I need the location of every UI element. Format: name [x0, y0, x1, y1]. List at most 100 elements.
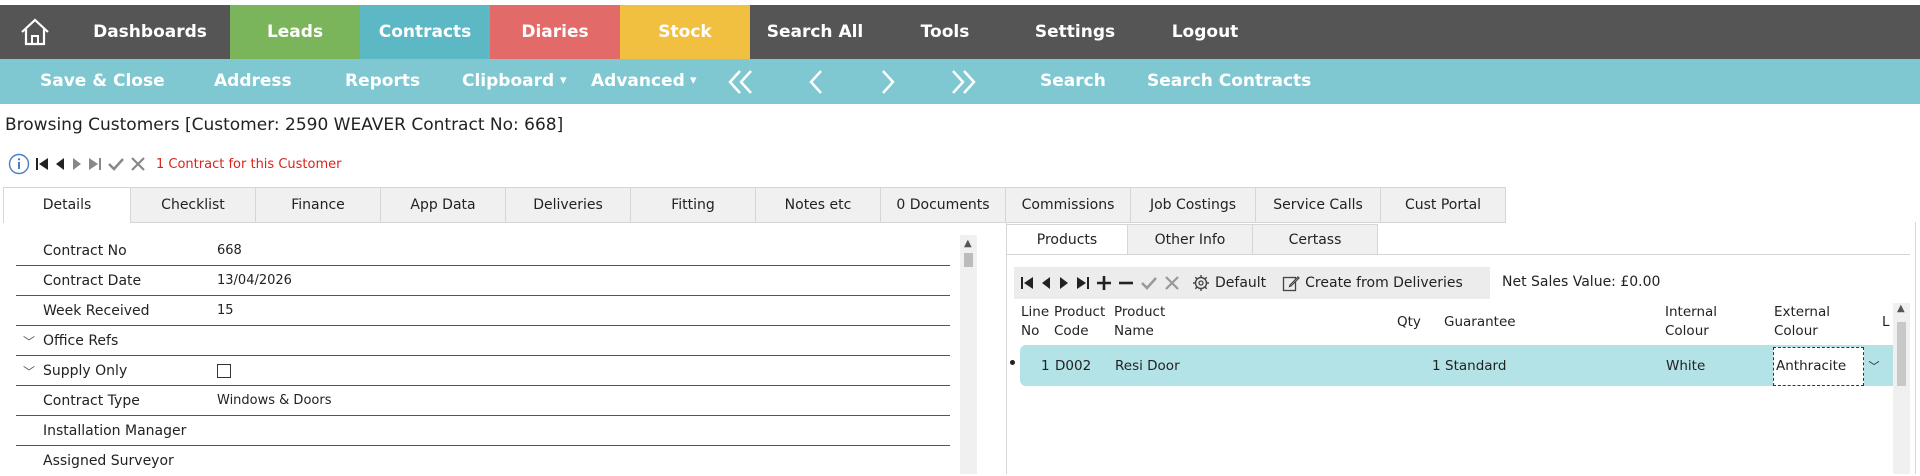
next-record-icon[interactable] — [876, 67, 900, 97]
cell-qty[interactable]: 1 — [1432, 358, 1441, 374]
tab-certass[interactable]: Certass — [1253, 224, 1378, 255]
tab-details[interactable]: Details — [3, 187, 131, 223]
header-product-code[interactable]: Product Code — [1054, 303, 1105, 341]
remove-icon[interactable] — [1118, 275, 1134, 291]
header-qty[interactable]: Qty — [1397, 313, 1421, 332]
header-internal-colour-l2: Colour — [1665, 323, 1709, 339]
cell-internal-colour[interactable]: White — [1666, 358, 1705, 374]
clipboard-button[interactable]: Clipboard — [462, 59, 554, 104]
contract-count-message: 1 Contract for this Customer — [156, 156, 342, 172]
cell-line-no[interactable]: 1 — [1041, 358, 1050, 374]
tab-app-data[interactable]: App Data — [381, 187, 506, 223]
assigned-surveyor-field[interactable] — [217, 453, 917, 469]
nav-logout[interactable]: Logout — [1140, 5, 1270, 59]
last-record-icon[interactable] — [948, 67, 980, 97]
tab-deliveries[interactable]: Deliveries — [506, 187, 631, 223]
header-product-code-l1: Product — [1054, 304, 1106, 320]
tab-service-calls[interactable]: Service Calls — [1256, 187, 1381, 223]
nav-settings[interactable]: Settings — [1010, 5, 1140, 59]
first-record-icon[interactable] — [1020, 275, 1034, 291]
contract-type-field[interactable]: Windows & Doors — [217, 393, 331, 408]
last-record-icon[interactable] — [1076, 275, 1090, 291]
next-record-icon[interactable] — [1058, 275, 1070, 291]
contract-date-row: Contract Date 13/04/2026 — [16, 266, 950, 296]
tab-other-info[interactable]: Other Info — [1128, 224, 1253, 255]
cell-product-code[interactable]: D002 — [1055, 358, 1091, 374]
header-more[interactable]: L — [1882, 313, 1892, 332]
week-received-label: Week Received — [43, 303, 150, 319]
create-from-deliveries-button[interactable]: Create from Deliveries — [1282, 274, 1463, 292]
nav-dashboards[interactable]: Dashboards — [70, 5, 230, 59]
previous-record-icon[interactable] — [54, 152, 66, 176]
contract-toolbar: Save & Close Address Reports Clipboard ▾… — [0, 59, 1920, 104]
header-external-colour[interactable]: External Colour — [1774, 303, 1830, 341]
header-internal-colour[interactable]: Internal Colour — [1665, 303, 1717, 341]
advanced-button[interactable]: Advanced — [591, 59, 685, 104]
week-received-field[interactable]: 15 — [217, 303, 234, 318]
last-record-icon[interactable] — [88, 152, 102, 176]
search-contracts-button[interactable]: Search Contracts — [1147, 59, 1311, 104]
nav-diaries[interactable]: Diaries — [490, 5, 620, 59]
tab-cust-portal[interactable]: Cust Portal — [1381, 187, 1506, 223]
installation-manager-field[interactable] — [217, 423, 917, 439]
cell-product-name[interactable]: Resi Door — [1115, 358, 1180, 374]
tab-notes[interactable]: Notes etc — [756, 187, 881, 223]
nav-stock[interactable]: Stock — [620, 5, 750, 59]
tab-checklist[interactable]: Checklist — [131, 187, 256, 223]
clipboard-dropdown-icon[interactable]: ▾ — [560, 59, 567, 104]
office-refs-label: Office Refs — [43, 333, 119, 349]
previous-record-icon[interactable] — [1040, 275, 1052, 291]
next-record-icon[interactable] — [71, 152, 83, 176]
chevron-down-icon[interactable]: ﹀ — [23, 363, 35, 380]
header-external-colour-l1: External — [1774, 304, 1831, 320]
header-line-no-l2: No — [1021, 323, 1040, 339]
close-icon[interactable] — [1164, 275, 1180, 291]
header-guarantee[interactable]: Guarantee — [1444, 313, 1516, 332]
tab-fitting[interactable]: Fitting — [631, 187, 756, 223]
scroll-up-icon[interactable]: ▲ — [964, 238, 972, 249]
previous-record-icon[interactable] — [804, 67, 828, 97]
close-icon[interactable] — [130, 152, 146, 176]
default-button[interactable]: Default — [1192, 274, 1266, 292]
contract-no-field[interactable]: 668 — [217, 243, 242, 258]
first-record-icon[interactable] — [724, 67, 756, 97]
check-icon[interactable] — [107, 152, 125, 176]
home-icon[interactable] — [0, 5, 70, 59]
address-button[interactable]: Address — [214, 59, 292, 104]
chevron-down-icon[interactable]: ﹀ — [1865, 347, 1883, 386]
tab-commissions[interactable]: Commissions — [1006, 187, 1131, 223]
header-product-name[interactable]: Product Name — [1114, 303, 1165, 341]
header-line-no[interactable]: Line No — [1021, 303, 1049, 341]
supply-only-row[interactable]: ﹀ Supply Only — [16, 356, 950, 386]
nav-search-all[interactable]: Search All — [750, 5, 880, 59]
save-close-button[interactable]: Save & Close — [40, 59, 165, 104]
nav-tools[interactable]: Tools — [880, 5, 1010, 59]
products-scrollbar[interactable]: ▲ — [1893, 303, 1910, 474]
scrollbar-thumb[interactable] — [964, 253, 973, 267]
chevron-down-icon[interactable]: ﹀ — [23, 333, 35, 350]
supply-only-checkbox[interactable] — [217, 364, 231, 378]
scroll-up-icon[interactable]: ▲ — [1897, 303, 1905, 314]
search-button[interactable]: Search — [1040, 59, 1106, 104]
external-colour-select[interactable]: Anthracite — [1773, 347, 1864, 386]
reports-button[interactable]: Reports — [345, 59, 420, 104]
tab-documents[interactable]: 0 Documents — [881, 187, 1006, 223]
details-scrollbar[interactable]: ▲ — [960, 235, 977, 474]
advanced-dropdown-icon[interactable]: ▾ — [690, 59, 697, 104]
nav-leads[interactable]: Leads — [230, 5, 360, 59]
office-refs-row[interactable]: ﹀ Office Refs — [16, 326, 950, 356]
nav-contracts[interactable]: Contracts — [360, 5, 490, 59]
check-icon[interactable] — [1140, 275, 1158, 291]
tab-job-costings[interactable]: Job Costings — [1131, 187, 1256, 223]
page-title: Browsing Customers [Customer: 2590 WEAVE… — [5, 115, 564, 135]
cell-guarantee[interactable]: Standard — [1445, 358, 1506, 374]
info-icon[interactable] — [8, 152, 30, 176]
add-icon[interactable] — [1096, 275, 1112, 291]
header-internal-colour-l1: Internal — [1665, 304, 1718, 320]
contract-date-field[interactable]: 13/04/2026 — [217, 273, 292, 288]
record-navigator: 1 Contract for this Customer — [8, 152, 341, 176]
tab-finance[interactable]: Finance — [256, 187, 381, 223]
tab-products[interactable]: Products — [1006, 224, 1128, 255]
scrollbar-thumb[interactable] — [1897, 322, 1906, 386]
first-record-icon[interactable] — [35, 152, 49, 176]
